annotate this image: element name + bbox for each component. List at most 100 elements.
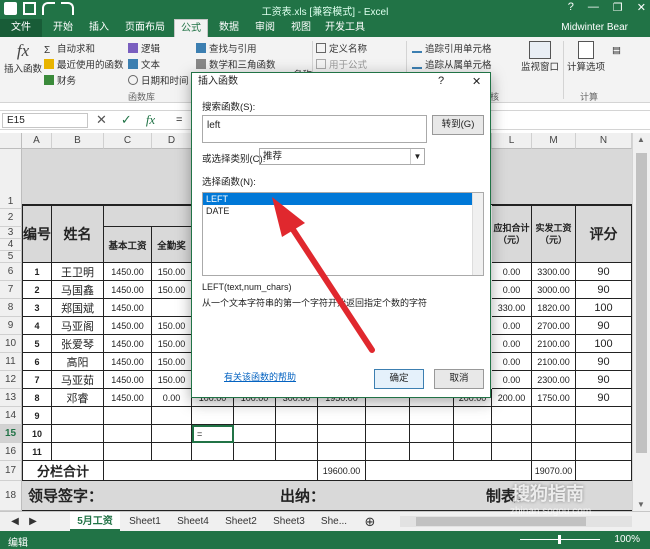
cell-attendance[interactable]: 150.00 (152, 353, 192, 371)
column-header-m[interactable]: M (532, 133, 576, 149)
cell-attendance[interactable]: 150.00 (152, 263, 192, 281)
tab-page-layout[interactable]: 页面布局 (122, 19, 168, 37)
tab-file[interactable]: 文件 (0, 19, 42, 37)
cancel-button[interactable]: 取消 (434, 369, 484, 389)
row-header-1[interactable]: 1 (0, 149, 22, 209)
empty-cell[interactable] (366, 407, 410, 425)
cell-name[interactable] (52, 407, 104, 425)
empty-cell[interactable] (192, 407, 234, 425)
active-cell-e15[interactable]: = (192, 425, 234, 443)
logical-button[interactable]: 逻辑 (128, 41, 160, 55)
empty-cell[interactable] (410, 443, 454, 461)
row-header-9[interactable]: 9 (0, 317, 22, 335)
function-list[interactable]: LEFT DATE (202, 192, 484, 276)
cell-name[interactable]: 马亚阁 (52, 317, 104, 335)
math-button[interactable]: 数学和三角函数 (196, 57, 276, 71)
zoom-slider-handle[interactable] (558, 535, 561, 544)
sheet-tab-more[interactable]: She... (314, 512, 354, 531)
recent-functions-button[interactable]: 最近使用的函数 (44, 57, 124, 71)
use-in-formula-button[interactable]: 用于公式 (316, 57, 367, 71)
cell-score[interactable]: 100 (576, 299, 632, 317)
column-header-b[interactable]: B (52, 133, 104, 149)
empty-cell[interactable] (234, 425, 276, 443)
financial-button[interactable]: 财务 (44, 73, 76, 87)
insert-function-button[interactable]: fx 插入函数 (4, 41, 42, 75)
empty-cell[interactable] (532, 407, 576, 425)
row-header-18[interactable]: 18 (0, 481, 22, 511)
cell-id[interactable]: 8 (22, 389, 52, 407)
subtotal-actual[interactable]: 19070.00 (532, 461, 576, 481)
tab-review[interactable]: 审阅 (250, 19, 280, 37)
cell-deduct[interactable]: 200.00 (492, 389, 532, 407)
name-box[interactable]: E15 (2, 113, 88, 128)
empty-cell[interactable] (318, 443, 366, 461)
category-select[interactable]: 推荐 ▼ (259, 148, 425, 165)
close-icon[interactable]: ✕ (637, 1, 646, 14)
tab-view[interactable]: 视图 (286, 19, 316, 37)
cell-name[interactable]: 邓睿 (52, 389, 104, 407)
empty-cell[interactable] (410, 425, 454, 443)
subtotal-mid[interactable]: 19600.00 (318, 461, 366, 481)
zoom-slider[interactable] (520, 535, 600, 544)
column-header-d[interactable]: D (152, 133, 192, 149)
sheet-tab-sheet1[interactable]: Sheet1 (122, 512, 168, 531)
function-option-left[interactable]: LEFT (203, 193, 483, 205)
enter-icon[interactable]: ✓ (121, 112, 132, 128)
row-header-2[interactable]: 2 (0, 209, 22, 227)
cell-actual[interactable]: 2700.00 (532, 317, 576, 335)
fx-icon[interactable]: fx (146, 112, 155, 128)
cell-name[interactable]: 马国鑫 (52, 281, 104, 299)
tab-home[interactable]: 开始 (48, 19, 78, 37)
cell-id[interactable]: 11 (22, 443, 52, 461)
cell-deduct[interactable]: 0.00 (492, 317, 532, 335)
tab-developer[interactable]: 开发工具 (322, 19, 368, 37)
cell-name[interactable]: 郑国斌 (52, 299, 104, 317)
prev-sheet-icon[interactable]: ◀ (8, 512, 22, 531)
function-list-scrollbar[interactable] (472, 193, 483, 275)
scroll-up-icon[interactable]: ▲ (637, 135, 645, 144)
column-header-n[interactable]: N (576, 133, 632, 149)
cell-base[interactable]: 1450.00 (104, 389, 152, 407)
sheet-tab-sheet2[interactable]: Sheet2 (218, 512, 264, 531)
row-header-12[interactable]: 12 (0, 371, 22, 389)
cell-name[interactable]: 高阳 (52, 353, 104, 371)
empty-cell[interactable] (454, 425, 492, 443)
empty-cell[interactable] (318, 407, 366, 425)
row-header-7[interactable]: 7 (0, 281, 22, 299)
cell-actual[interactable]: 3300.00 (532, 263, 576, 281)
datetime-button[interactable]: 日期和时间 (128, 73, 189, 87)
scroll-thumb[interactable] (636, 153, 647, 453)
column-header-l[interactable]: L (492, 133, 532, 149)
tab-data[interactable]: 数据 (214, 19, 244, 37)
cell-deduct[interactable]: 0.00 (492, 353, 532, 371)
empty-cell[interactable] (454, 407, 492, 425)
minimize-icon[interactable]: — (588, 1, 599, 14)
cell-score[interactable]: 90 (576, 389, 632, 407)
cell-base[interactable]: 1450.00 (104, 371, 152, 389)
cell-deduct[interactable]: 0.00 (492, 335, 532, 353)
row-header-3[interactable]: 3 (0, 227, 22, 239)
cell-id[interactable]: 3 (22, 299, 52, 317)
scroll-down-icon[interactable]: ▼ (637, 500, 645, 509)
cell-base[interactable]: 1450.00 (104, 281, 152, 299)
row-header-4[interactable]: 4 (0, 239, 22, 251)
cell-name[interactable]: 王卫明 (52, 263, 104, 281)
column-header-c[interactable]: C (104, 133, 152, 149)
cell-score[interactable]: 100 (576, 335, 632, 353)
zoom-level[interactable]: 100% (614, 534, 640, 545)
empty-cell[interactable] (276, 425, 318, 443)
sheet-tab-may-salary[interactable]: 5月工资 (70, 512, 120, 531)
empty-cell[interactable] (410, 407, 454, 425)
empty-cell[interactable] (234, 443, 276, 461)
empty-cell[interactable] (366, 443, 410, 461)
function-option-date[interactable]: DATE (203, 205, 483, 217)
cell-actual[interactable]: 1820.00 (532, 299, 576, 317)
row-header-17[interactable]: 17 (0, 461, 22, 481)
empty-cell[interactable] (152, 407, 192, 425)
empty-cell[interactable] (152, 425, 192, 443)
row-header-15[interactable]: 15 (0, 425, 22, 443)
ok-button[interactable]: 确定 (374, 369, 424, 389)
go-button[interactable]: 转到(G) (432, 115, 484, 135)
formula-input[interactable]: = (176, 114, 182, 126)
cell-id[interactable]: 7 (22, 371, 52, 389)
